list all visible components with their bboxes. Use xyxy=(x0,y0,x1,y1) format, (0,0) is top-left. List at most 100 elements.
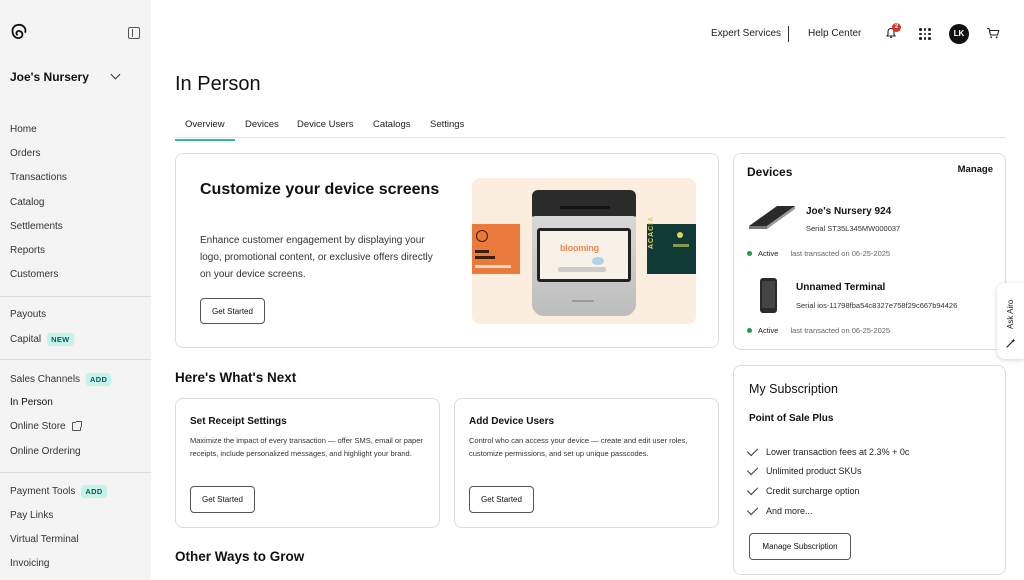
last-transacted: last transacted on 06-25-2025 xyxy=(790,326,891,335)
left-promo-screen xyxy=(472,224,520,274)
feature-item: Credit surcharge option xyxy=(746,483,860,496)
sidebar-item-sales-channels[interactable]: Sales Channels ADD xyxy=(10,373,112,386)
ask-airo-label: Ask Airo xyxy=(1006,299,1015,329)
feature-label: Lower transaction fees at 2.3% + 0c xyxy=(766,447,910,457)
sidebar-item-label: Customers xyxy=(10,269,59,280)
check-icon xyxy=(746,483,759,496)
sidebar-item-label: Pay Links xyxy=(10,510,54,521)
sidebar-item-label: Virtual Terminal xyxy=(10,534,79,545)
subscription-title: My Subscription xyxy=(749,382,838,396)
notification-count-badge: 2 xyxy=(892,23,901,32)
hero-get-started-button[interactable]: Get Started xyxy=(200,298,265,324)
card-description: Control who can access your device — cre… xyxy=(469,436,688,458)
right-promo-screen: ACACIA xyxy=(647,216,696,274)
whats-next-title: Here's What's Next xyxy=(175,370,297,385)
sidebar-item-label: Invoicing xyxy=(10,558,50,569)
sidebar-item-in-person[interactable]: In Person xyxy=(10,397,53,408)
sidebar-item-label: Sales Channels xyxy=(10,374,81,385)
sidebar-item-catalog[interactable]: Catalog xyxy=(10,197,44,208)
devices-panel: Devices Manage Joe's Nursery 924 Serial … xyxy=(733,153,1006,350)
sidebar-item-transactions[interactable]: Transactions xyxy=(10,172,67,183)
sidebar-item-label: Reports xyxy=(10,245,46,256)
status-dot xyxy=(747,251,752,256)
sidebar-item-payouts[interactable]: Payouts xyxy=(10,309,46,320)
device-status: Active last transacted on 06-25-2025 xyxy=(747,326,890,335)
feature-item: Lower transaction fees at 2.3% + 0c xyxy=(746,444,910,457)
sidebar-item-invoicing[interactable]: Invoicing xyxy=(10,558,49,569)
feature-label: And more... xyxy=(766,506,813,516)
sidebar-divider xyxy=(0,359,151,360)
sidebar-item-payment-tools[interactable]: Payment Tools ADD xyxy=(10,485,107,498)
sidebar-item-customers[interactable]: Customers xyxy=(10,269,58,280)
card-title: Add Device Users xyxy=(469,416,555,427)
last-transacted: last transacted on 06-25-2025 xyxy=(790,249,891,258)
status-label: Active xyxy=(758,326,779,335)
feature-item: Unlimited product SKUs xyxy=(746,463,862,476)
sidebar-item-virtual-terminal[interactable]: Virtual Terminal xyxy=(10,534,79,545)
device-name[interactable]: Unnamed Terminal xyxy=(796,282,885,293)
status-dot xyxy=(747,328,752,333)
chevron-down-icon[interactable] xyxy=(110,69,121,80)
tab-catalogs[interactable]: Catalogs xyxy=(373,119,411,130)
sidebar-item-label: In Person xyxy=(10,397,53,408)
sidebar-item-label: Payment Tools xyxy=(10,486,76,497)
sidebar: Joe's Nursery Home Orders Transactions C… xyxy=(0,0,151,580)
magic-wand-icon xyxy=(1006,338,1016,348)
sidebar-item-pay-links[interactable]: Pay Links xyxy=(10,510,53,521)
card-title: Set Receipt Settings xyxy=(190,416,287,427)
receipt-settings-card: Set Receipt Settings Maximize the impact… xyxy=(175,398,440,528)
tabs-underline xyxy=(175,137,1006,138)
tab-devices[interactable]: Devices xyxy=(245,119,279,130)
feature-item: And more... xyxy=(746,503,813,516)
manage-devices-link[interactable]: Manage xyxy=(958,164,993,175)
device-name[interactable]: Joe's Nursery 924 xyxy=(806,206,891,217)
plan-name: Point of Sale Plus xyxy=(749,413,834,424)
sidebar-item-label: Online Store xyxy=(10,421,66,432)
brand-logo-icon[interactable] xyxy=(10,23,28,41)
add-badge[interactable]: ADD xyxy=(86,373,112,386)
collapse-sidebar-icon[interactable] xyxy=(128,27,140,39)
ask-airo-tab[interactable]: Ask Airo xyxy=(997,283,1024,359)
hero-description: Enhance customer engagement by displayin… xyxy=(200,235,433,280)
check-icon xyxy=(746,463,759,476)
smart-terminal-icon xyxy=(749,206,795,229)
device-users-get-started-button[interactable]: Get Started xyxy=(469,486,534,513)
sidebar-item-orders[interactable]: Orders xyxy=(10,148,41,159)
avatar[interactable]: LK xyxy=(949,24,969,44)
feature-label: Credit surcharge option xyxy=(766,486,860,496)
page-title: In Person xyxy=(175,73,261,95)
add-badge[interactable]: ADD xyxy=(81,485,107,498)
sidebar-item-capital[interactable]: Capital NEW xyxy=(10,333,74,346)
other-ways-title: Other Ways to Grow xyxy=(175,549,305,564)
external-link-icon xyxy=(71,421,82,431)
sidebar-divider xyxy=(0,472,151,473)
apps-grid-icon[interactable] xyxy=(919,28,931,40)
device-serial: Serial ios-11798fba54c8327e758f29c667b94… xyxy=(796,301,958,310)
acacia-text: ACACIA xyxy=(648,215,655,249)
terminal-device: blooming xyxy=(532,190,636,316)
cart-icon[interactable] xyxy=(986,27,1000,39)
sidebar-item-settlements[interactable]: Settlements xyxy=(10,221,63,232)
customize-screens-card: Customize your device screens Enhance cu… xyxy=(175,153,719,348)
check-icon xyxy=(746,503,759,516)
device-status: Active last transacted on 06-25-2025 xyxy=(747,249,890,258)
card-description: Maximize the impact of every transaction… xyxy=(190,436,423,458)
device-serial: Serial ST35L345MW000037 xyxy=(806,224,901,233)
sidebar-item-reports[interactable]: Reports xyxy=(10,245,45,256)
receipt-get-started-button[interactable]: Get Started xyxy=(190,486,255,513)
sidebar-item-label: Catalog xyxy=(10,197,45,208)
store-selector[interactable]: Joe's Nursery xyxy=(10,70,89,84)
sidebar-item-online-store[interactable]: Online Store xyxy=(10,421,82,432)
tab-settings[interactable]: Settings xyxy=(430,119,464,130)
expert-services-link[interactable]: Expert Services xyxy=(711,28,781,39)
feature-label: Unlimited product SKUs xyxy=(766,466,862,476)
sidebar-item-label: Settlements xyxy=(10,221,63,232)
sidebar-item-label: Capital xyxy=(10,334,42,345)
manage-subscription-button[interactable]: Manage Subscription xyxy=(749,533,851,560)
sidebar-item-online-ordering[interactable]: Online Ordering xyxy=(10,446,81,457)
sidebar-item-home[interactable]: Home xyxy=(10,124,37,135)
new-badge: NEW xyxy=(47,333,74,346)
help-center-link[interactable]: Help Center xyxy=(808,28,861,39)
tab-device-users[interactable]: Device Users xyxy=(297,119,354,130)
terminal-screen: blooming xyxy=(537,228,631,282)
